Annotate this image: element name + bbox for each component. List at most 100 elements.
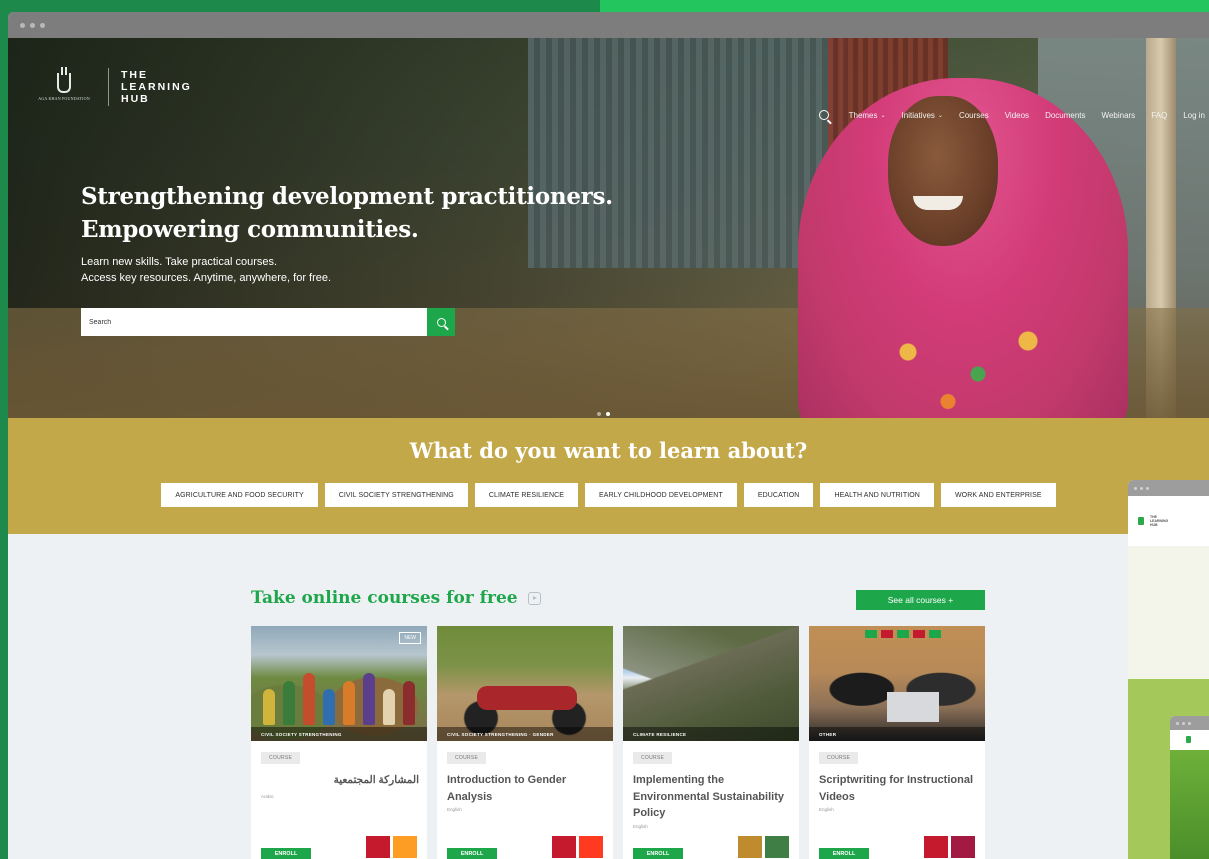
browser-title-bar [1128,480,1209,496]
course-thumbnail-image [623,626,799,741]
topics-heading: What do you want to learn about? [409,438,808,463]
nav-item-initiatives[interactable]: Initiatives ⌄ [902,111,943,120]
enroll-button[interactable]: ENROLL [261,848,311,859]
course-card[interactable]: OTHER COURSE Scriptwriting for Instruction… [809,626,985,859]
hero-headline-line: Strengthening development practitioners. [81,183,613,210]
nav-item-label: Log in [1183,110,1205,120]
nav-item-label: Courses [958,110,989,120]
course-language: English [819,807,834,812]
foundation-logo: AGA KHAN FOUNDATION [32,67,96,101]
carousel-dot-active[interactable] [606,412,610,416]
course-type-badge: COURSE [633,752,673,764]
nav-item-webinars[interactable]: Webinars [1102,111,1136,120]
course-card[interactable]: CLIMATE RESILIENCE COURSE Implementing the… [623,626,799,859]
window-dot [1140,486,1143,490]
course-theme-tag: CLIMATE RESILIENCE [623,727,799,741]
window-dot[interactable] [30,22,35,28]
topic-button[interactable]: AGRICULTURE AND FOOD SECURITY [161,483,318,507]
side-preview-image [1170,750,1209,859]
photo-laptop [887,692,939,722]
courses-heading: Take online courses for free [251,588,541,608]
nav-item-documents[interactable]: Documents [1045,111,1085,120]
course-card[interactable]: CIVIL SOCIETY STRENGTHENING · GENDER COUR… [437,626,613,859]
topic-button[interactable]: WORK AND ENTERPRISE [940,483,1056,507]
course-type-badge: COURSE [261,752,301,764]
enroll-button[interactable]: ENROLL [819,848,869,859]
photo-bunting [913,630,925,638]
side-preview-header: THE LEARNING HUB [1128,496,1209,546]
photo-figure [403,681,415,725]
side-preview-window-small [1170,716,1209,859]
photo-motorbike [477,686,577,710]
hero-photo-subject [868,308,1068,418]
topic-button[interactable]: EDUCATION [743,483,814,507]
hero-subheadline: Learn new skills. Take practical courses… [81,254,331,286]
mini-logo-icon [1138,517,1144,525]
logo-divider [108,68,109,106]
topic-button[interactable]: CLIMATE RESILIENCE [474,483,579,507]
course-thumbnail[interactable]: CIVIL SOCIETY STRENGTHENING NEW [251,626,427,741]
courses-heading-text: Take online courses for free [251,588,518,608]
see-all-courses-button[interactable]: See all courses + [856,590,985,610]
window-dot[interactable] [40,22,45,28]
enroll-button[interactable]: ENROLL [633,848,683,859]
topic-button[interactable]: HEALTH AND NUTRITION [820,483,934,507]
sdg-goal-icon [552,836,576,858]
nav-item-faq[interactable]: FAQ [1151,111,1167,120]
nav-item-themes[interactable]: Themes ⌄ [849,111,886,120]
side-preview-title: THE LEARNING HUB [1150,515,1168,527]
course-card[interactable]: CIVIL SOCIETY STRENGTHENING NEW COURSE المش… [251,626,427,859]
sdg-icons [366,836,417,858]
course-thumbnail[interactable]: OTHER [809,626,985,741]
site-title-line: LEARNING [121,81,192,93]
hero-headline: Strengthening development practitioners.… [81,180,613,246]
browser-title-bar [1170,716,1209,730]
course-title[interactable]: Scriptwriting for Instructional Videos [819,772,977,805]
play-icon [527,591,541,605]
nav-item-label: Documents [1045,110,1086,120]
course-thumbnail[interactable]: CIVIL SOCIETY STRENGTHENING · GENDER [437,626,613,741]
nav-item-courses[interactable]: Courses [959,111,989,120]
nav-item-videos[interactable]: Videos [1005,111,1029,120]
nav-item-label: Themes [848,110,878,120]
course-language: Arabic [261,794,274,799]
search-button[interactable] [427,308,455,336]
window-dot[interactable] [20,22,25,28]
courses-section: Take online courses for free See all cou… [8,534,1209,859]
course-title[interactable]: المشاركة المجتمعية [261,772,419,789]
site-title: THE LEARNING HUB [121,69,192,105]
browser-title-bar [8,12,1209,38]
course-thumbnail[interactable]: CLIMATE RESILIENCE [623,626,799,741]
course-cards: CIVIL SOCIETY STRENGTHENING NEW COURSE المش… [251,626,985,859]
photo-figure [303,673,315,725]
course-type-badge: COURSE [819,752,859,764]
carousel-dot[interactable] [597,412,601,416]
main-nav: Themes ⌄ Initiatives ⌄ Courses Videos Document… [818,110,1205,120]
search-input[interactable] [81,308,427,336]
window-dot [1134,486,1137,490]
course-thumbnail-image [809,626,985,741]
browser-window: AGA KHAN FOUNDATION THE LEARNING HUB The… [8,12,1209,859]
course-title[interactable]: Introduction to Gender Analysis [447,772,605,805]
mini-logo-icon [1186,736,1191,743]
hero-subheadline-line: Learn new skills. Take practical courses… [81,256,278,268]
enroll-button[interactable]: ENROLL [447,848,497,859]
topic-button[interactable]: EARLY CHILDHOOD DEVELOPMENT [585,483,737,507]
sdg-icons [552,836,603,858]
site-logo[interactable]: AGA KHAN FOUNDATION THE LEARNING HUB [32,67,192,106]
hand-logo-icon [57,67,71,93]
nav-item-log-in[interactable]: Log in [1183,111,1205,120]
sdg-icons [738,836,789,858]
photo-figure [323,689,335,725]
photo-bunting [881,630,893,638]
course-title[interactable]: Implementing the Environmental Sustainab… [633,772,791,822]
nav-item-label: Webinars [1101,110,1136,120]
topic-button[interactable]: CIVIL SOCIETY STRENGTHENING [324,483,468,507]
search-icon[interactable] [818,110,829,120]
sdg-goal-icon [951,836,975,858]
course-language: English [447,807,462,812]
photo-figure [363,673,375,725]
side-preview-body [1128,546,1209,679]
carousel-indicators [597,412,610,416]
sdg-goal-icon [924,836,948,858]
